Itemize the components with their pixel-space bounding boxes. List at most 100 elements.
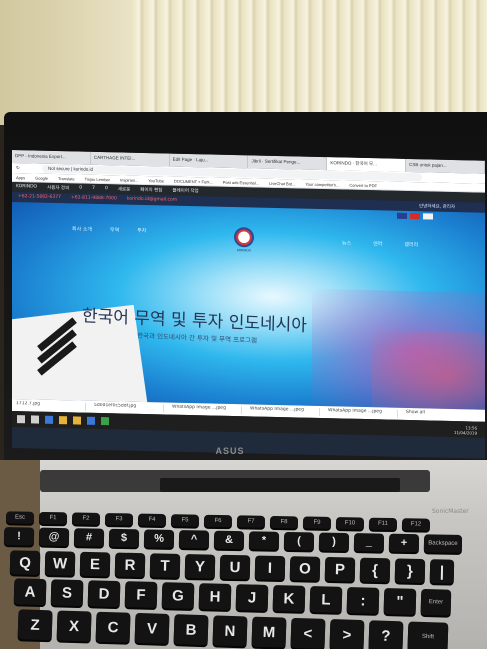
chrome-icon[interactable] xyxy=(59,416,67,425)
key[interactable]: + xyxy=(388,533,420,553)
show-all-button[interactable]: Show all xyxy=(406,410,425,418)
key[interactable]: } xyxy=(394,558,426,584)
nav-item[interactable]: 뉴스 xyxy=(342,239,351,246)
key[interactable]: _ xyxy=(353,533,385,552)
download-item[interactable]: 1712.7.jpg xyxy=(16,401,86,411)
download-item[interactable]: WhatsApp Image ...jpeg xyxy=(172,404,242,415)
key[interactable]: | xyxy=(429,559,455,584)
key[interactable]: Z xyxy=(17,609,53,641)
key[interactable]: < xyxy=(290,617,326,649)
bookmark-item[interactable]: Tinjau Lembar xyxy=(85,177,110,183)
key[interactable]: F7 xyxy=(236,515,266,528)
key[interactable]: O xyxy=(289,556,321,581)
folder-icon[interactable] xyxy=(73,416,81,425)
key[interactable]: F8 xyxy=(269,515,299,529)
key[interactable]: ? xyxy=(368,620,404,649)
nav-item[interactable]: 연락 xyxy=(373,240,382,247)
key[interactable]: A xyxy=(13,578,47,606)
key[interactable]: % xyxy=(143,529,175,548)
bookmark-item[interactable]: YouTube xyxy=(148,178,164,183)
key[interactable]: F11 xyxy=(368,517,398,531)
admin-greeting[interactable]: 안녕하세요, 관리자 xyxy=(419,203,455,210)
bookmark-item[interactable]: Apps xyxy=(16,175,25,180)
bookmark-item[interactable]: Google xyxy=(35,176,48,181)
nav-item[interactable]: 무역 xyxy=(110,226,119,233)
key[interactable]: B xyxy=(173,614,209,646)
system-tray[interactable]: 13:56 11/04/2019 xyxy=(454,425,477,435)
key[interactable]: : xyxy=(346,587,380,614)
flag-kr-icon[interactable] xyxy=(423,213,433,220)
key[interactable]: F3 xyxy=(104,513,134,526)
key[interactable]: E xyxy=(79,551,111,577)
key[interactable]: $ xyxy=(108,528,140,548)
key[interactable]: Esc xyxy=(5,511,35,524)
key[interactable]: D xyxy=(87,580,121,608)
phone-2[interactable]: +62-811-9888-7000 xyxy=(71,195,117,202)
start-icon[interactable] xyxy=(17,415,25,424)
key[interactable]: N xyxy=(212,615,248,647)
download-item[interactable]: WhatsApp Image ...jpeg xyxy=(328,408,398,418)
key[interactable]: W xyxy=(44,551,76,576)
key[interactable]: F xyxy=(124,581,158,609)
key[interactable]: M xyxy=(251,616,287,648)
key[interactable]: * xyxy=(248,531,280,550)
site-logo[interactable] xyxy=(234,227,254,248)
bookmark-item[interactable]: Inspirasi... xyxy=(120,177,138,182)
reload-icon[interactable]: ↻ xyxy=(16,165,20,170)
key[interactable]: X xyxy=(56,610,92,642)
key[interactable]: " xyxy=(383,587,417,615)
key[interactable]: ^ xyxy=(178,530,210,549)
key-backspace[interactable]: Backspace xyxy=(423,534,463,553)
admin-item[interactable]: 새로운 xyxy=(118,186,130,192)
app-icon[interactable] xyxy=(101,417,109,426)
key[interactable]: F9 xyxy=(302,516,332,529)
key[interactable]: P xyxy=(324,556,356,582)
admin-item[interactable]: 0 xyxy=(105,186,108,192)
phone-1[interactable]: +62-21-5882-6377 xyxy=(18,194,61,201)
bookmark-item[interactable]: DOCUMENT + Fork... xyxy=(174,179,213,185)
nav-item[interactable]: 투자 xyxy=(137,227,146,234)
key[interactable]: { xyxy=(359,557,391,583)
edge-icon[interactable] xyxy=(45,415,53,424)
key[interactable]: F6 xyxy=(203,514,233,528)
flag-en-icon[interactable] xyxy=(397,212,407,219)
download-item[interactable]: 5d0d1ef0c5ddf.jpg xyxy=(94,402,164,413)
admin-item[interactable]: 7 xyxy=(92,186,95,192)
bookmark-item[interactable]: LiveChat Bot... xyxy=(269,181,295,187)
flag-id-icon[interactable] xyxy=(410,213,420,220)
key[interactable]: V xyxy=(134,612,170,644)
key-shift[interactable]: Shift xyxy=(407,621,449,649)
nav-item[interactable]: 갤러리 xyxy=(404,241,418,248)
key[interactable]: S xyxy=(50,579,84,607)
key[interactable]: # xyxy=(73,528,105,547)
key[interactable]: I xyxy=(254,555,286,581)
store-icon[interactable] xyxy=(87,416,95,425)
key[interactable]: G xyxy=(161,582,195,609)
admin-item[interactable]: 사용자 정의 xyxy=(47,185,69,192)
key[interactable]: L xyxy=(309,586,343,613)
key[interactable]: ! xyxy=(3,527,35,546)
key[interactable]: F5 xyxy=(170,514,200,527)
admin-item[interactable]: KORINDO xyxy=(16,184,37,190)
key-enter[interactable]: Enter xyxy=(420,588,452,616)
key[interactable]: Q xyxy=(9,550,41,575)
key[interactable]: F4 xyxy=(137,513,167,527)
nav-item[interactable]: 회사 소개 xyxy=(72,225,92,232)
search-icon[interactable] xyxy=(31,415,39,424)
admin-item[interactable]: 0 xyxy=(79,186,82,192)
bookmark-item[interactable]: Your competitor's... xyxy=(305,182,339,188)
admin-item[interactable]: 페이지 편집 xyxy=(140,187,162,194)
bookmark-item[interactable]: Translate xyxy=(58,176,75,181)
key[interactable]: R xyxy=(114,552,146,578)
key[interactable]: > xyxy=(329,619,365,649)
key[interactable]: J xyxy=(235,584,269,611)
key[interactable]: @ xyxy=(38,527,70,547)
key[interactable]: F12 xyxy=(401,518,431,531)
email-link[interactable]: korindo.id@gmail.com xyxy=(127,197,177,204)
key[interactable]: ( xyxy=(283,531,315,551)
download-item[interactable]: WhatsApp Image ...jpeg xyxy=(250,406,320,416)
key[interactable]: F2 xyxy=(71,512,101,525)
bookmark-item[interactable]: Convert to PDF xyxy=(349,183,377,189)
key[interactable]: H xyxy=(198,583,232,610)
key[interactable]: ) xyxy=(318,532,350,552)
